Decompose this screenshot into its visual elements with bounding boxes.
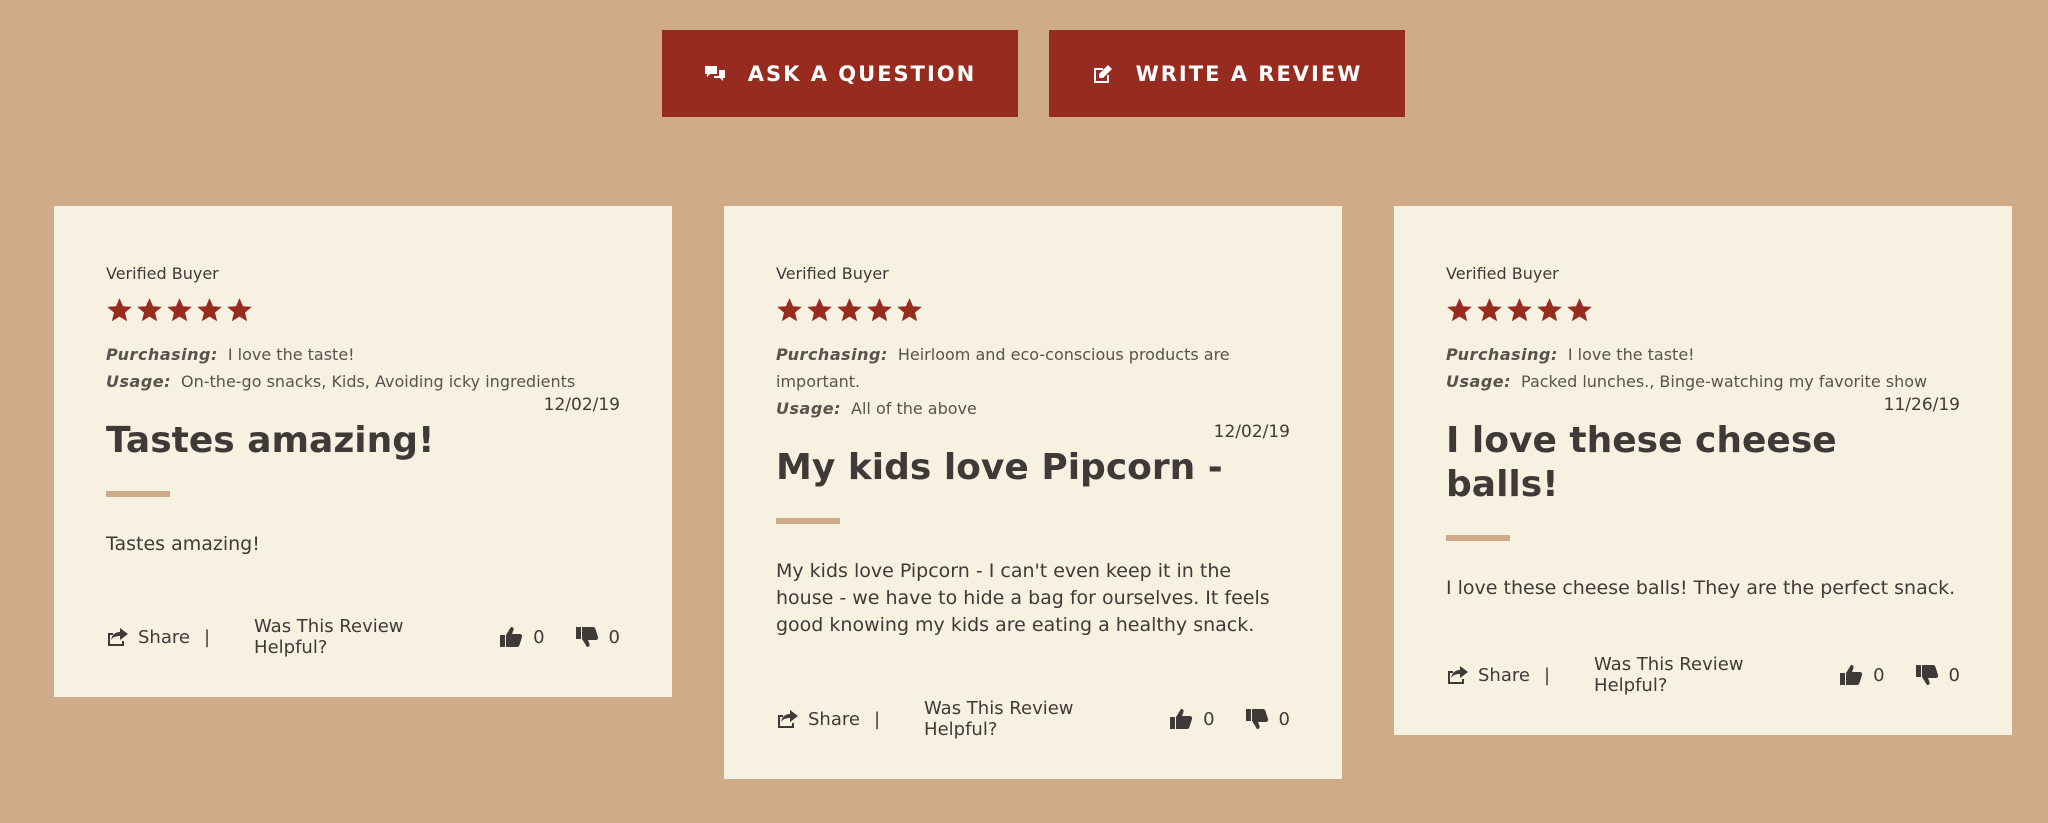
thumbs-down-button[interactable]: 0 [1245,708,1290,730]
ask-question-label: ASK A QUESTION [747,61,977,86]
usage-value: Packed lunches., Binge-watching my favor… [1521,372,1928,391]
usage-value: On-the-go snacks, Kids, Avoiding icky in… [181,372,576,391]
thumbs-up-icon [1170,709,1193,729]
thumbs-up-count: 0 [1873,664,1885,686]
review-card: Verified Buyer Purchasing: Heirloom and e… [724,206,1342,779]
ask-question-button[interactable]: ASK A QUESTION [662,30,1018,117]
thumbs-down-button[interactable]: 0 [575,626,620,648]
star-icon [897,298,922,322]
star-icon [1507,298,1532,322]
share-icon [778,710,798,728]
star-icon [197,298,222,322]
usage-label: Usage: [776,399,842,418]
review-card: Verified Buyer Purchasing: I love the tas… [54,206,672,697]
review-title: I love these cheese balls! [1446,420,1837,505]
purchasing-value: I love the taste! [1567,345,1695,364]
share-label: Share [808,708,860,730]
chat-bubbles-icon [704,65,725,81]
footer-divider: | [873,708,881,730]
helpful-prompt: Was This Review Helpful? [254,616,404,658]
share-icon [108,628,128,646]
write-review-button[interactable]: WRITE A REVIEW [1049,30,1405,117]
thumbs-up-button[interactable]: 0 [1169,708,1215,730]
star-icon [1567,298,1592,322]
thumbs-down-count: 0 [1278,708,1290,730]
review-date: 12/02/19 [1213,422,1290,442]
footer-divider: | [1543,664,1551,686]
review-meta: Purchasing: I love the taste! Usage: On-th… [106,341,620,395]
review-body: I love these cheese balls! They are the … [1446,577,1956,599]
star-icon [167,298,192,322]
review-meta: Purchasing: Heirloom and eco-conscious pr… [776,341,1290,422]
star-icon [867,298,892,322]
thumbs-down-count: 0 [608,626,620,648]
usage-label: Usage: [1446,372,1512,391]
review-title: My kids love Pipcorn - [776,447,1223,488]
review-date: 11/26/19 [1883,395,1960,415]
star-icon [1537,298,1562,322]
purchasing-label: Purchasing: [776,345,888,364]
review-card: Verified Buyer Purchasing: I love the tas… [1394,206,2012,735]
review-actions: ASK A QUESTION WRITE A REVIEW [662,30,1405,117]
usage-value: All of the above [851,399,977,418]
review-footer: Share | Was This Review Helpful? 0 0 [776,698,1290,740]
purchasing-label: Purchasing: [106,345,218,364]
review-meta: Purchasing: I love the taste! Usage: Packe… [1446,341,1960,395]
star-icon [837,298,862,322]
star-icon [227,298,252,322]
write-review-label: WRITE A REVIEW [1135,61,1363,86]
title-divider [776,518,840,524]
thumbs-down-icon [1245,709,1268,729]
star-icon [777,298,802,322]
share-button[interactable]: Share [106,627,190,648]
review-footer: Share | Was This Review Helpful? 0 0 [106,616,620,658]
thumbs-up-button[interactable]: 0 [499,626,545,648]
helpful-prompt: Was This Review Helpful? [924,698,1074,740]
star-icon [807,298,832,322]
star-icon [137,298,162,322]
thumbs-down-icon [1915,665,1938,685]
review-date: 12/02/19 [543,395,620,415]
verified-buyer-badge: Verified Buyer [776,264,889,283]
thumbs-up-icon [500,627,523,647]
share-button[interactable]: Share [1446,665,1530,686]
edit-icon [1093,64,1112,83]
share-button[interactable]: Share [776,709,860,730]
star-rating [1446,297,1960,325]
review-body: Tastes amazing! [106,533,260,555]
helpful-prompt: Was This Review Helpful? [1594,654,1744,696]
star-icon [107,298,132,322]
star-icon [1447,298,1472,322]
review-footer: Share | Was This Review Helpful? 0 0 [1446,654,1960,696]
star-icon [1477,298,1502,322]
star-rating [106,297,620,325]
star-rating [776,297,1290,325]
thumbs-down-icon [575,627,598,647]
thumbs-down-count: 0 [1948,664,1960,686]
verified-buyer-badge: Verified Buyer [106,264,219,283]
thumbs-up-icon [1840,665,1863,685]
thumbs-down-button[interactable]: 0 [1915,664,1960,686]
review-body: My kids love Pipcorn - I can't even keep… [776,560,1270,636]
review-title: Tastes amazing! [106,420,435,461]
share-label: Share [1478,664,1530,686]
title-divider [1446,535,1510,541]
footer-divider: | [203,626,211,648]
thumbs-up-count: 0 [1203,708,1215,730]
share-icon [1448,666,1468,684]
usage-label: Usage: [106,372,172,391]
purchasing-value: I love the taste! [227,345,355,364]
thumbs-up-button[interactable]: 0 [1839,664,1885,686]
purchasing-label: Purchasing: [1446,345,1558,364]
title-divider [106,491,170,497]
share-label: Share [138,626,190,648]
verified-buyer-badge: Verified Buyer [1446,264,1559,283]
thumbs-up-count: 0 [533,626,545,648]
